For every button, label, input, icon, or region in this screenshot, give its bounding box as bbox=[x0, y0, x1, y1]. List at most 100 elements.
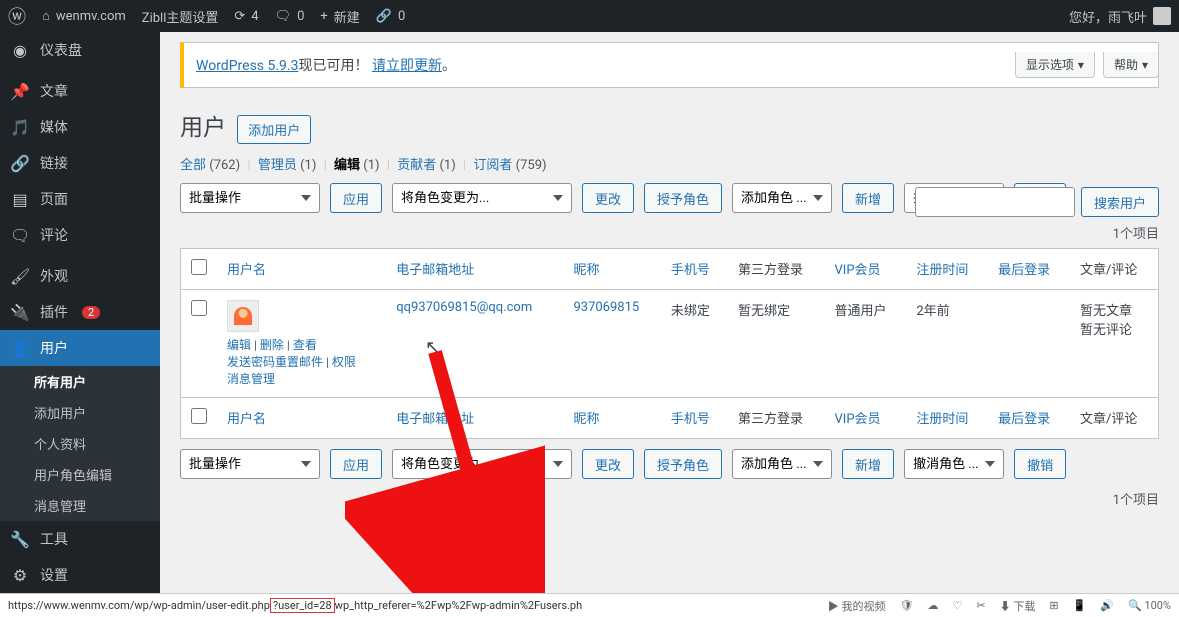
apply-button[interactable]: 应用 bbox=[330, 183, 382, 213]
sub-add-user[interactable]: 添加用户 bbox=[0, 397, 160, 428]
search-button[interactable]: 搜索用户 bbox=[1081, 187, 1159, 217]
menu-pages[interactable]: ▤页面 bbox=[0, 181, 160, 217]
grant-role-button-bottom[interactable]: 授予角色 bbox=[644, 449, 722, 479]
action-msg[interactable]: 消息管理 bbox=[227, 372, 275, 386]
new-content[interactable]: +新建 bbox=[320, 7, 359, 26]
user-icon: 👤 bbox=[10, 339, 30, 358]
apply-button-bottom[interactable]: 应用 bbox=[330, 449, 382, 479]
wrench-icon: 🔧 bbox=[10, 530, 30, 549]
status-url: https://www.wenmv.com/wp/wp-admin/user-e… bbox=[8, 599, 582, 612]
url-highlight: ?user_id=28 bbox=[270, 598, 335, 613]
action-view[interactable]: 查看 bbox=[293, 338, 317, 352]
refresh-icon: ⟳ bbox=[234, 9, 245, 24]
phone-icon[interactable]: 📱 bbox=[1073, 599, 1087, 612]
col-last-login[interactable]: 最后登录 bbox=[998, 263, 1050, 278]
action-caps[interactable]: 权限 bbox=[332, 355, 356, 369]
wp-logo[interactable]: ⓦ bbox=[8, 3, 26, 29]
col-phone[interactable]: 手机号 bbox=[671, 412, 710, 427]
col-phone[interactable]: 手机号 bbox=[671, 263, 710, 278]
update-link[interactable]: 请立即更新 bbox=[372, 58, 442, 74]
menu-dashboard[interactable]: ◉仪表盘 bbox=[0, 32, 160, 68]
menu-links[interactable]: 🔗链接 bbox=[0, 145, 160, 181]
sub-role-editor[interactable]: 用户角色编辑 bbox=[0, 459, 160, 490]
shield-icon[interactable]: 🛡 bbox=[900, 599, 914, 612]
col-reg-time[interactable]: 注册时间 bbox=[916, 412, 968, 427]
sub-profile[interactable]: 个人资料 bbox=[0, 428, 160, 459]
menu-users[interactable]: 👤用户 bbox=[0, 330, 160, 366]
menu-plugins[interactable]: 🔌插件2 bbox=[0, 294, 160, 330]
menu-comments[interactable]: 🗨评论 bbox=[0, 217, 160, 253]
col-email[interactable]: 电子邮箱地址 bbox=[396, 263, 474, 278]
browser-statusbar: https://www.wenmv.com/wp/wp-admin/user-e… bbox=[0, 593, 1179, 617]
user-avatar bbox=[227, 300, 259, 332]
updates-link[interactable]: ⟳4 bbox=[234, 9, 258, 24]
site-name[interactable]: ⌂wenmv.com bbox=[42, 8, 126, 24]
menu-media[interactable]: 🎵媒体 bbox=[0, 109, 160, 145]
menu-tools[interactable]: 🔧工具 bbox=[0, 521, 160, 557]
filter-subscriber[interactable]: 订阅者 bbox=[473, 158, 512, 173]
col-nickname[interactable]: 昵称 bbox=[573, 412, 599, 427]
link-icon: 🔗 bbox=[376, 9, 392, 24]
row-checkbox[interactable] bbox=[191, 300, 207, 316]
main-content: 显示选项▾ 帮助▾ WordPress 5.9.3现已可用！ 请立即更新。 用户… bbox=[160, 32, 1179, 593]
col-username[interactable]: 用户名 bbox=[227, 263, 266, 278]
cloud-icon[interactable]: ☁ bbox=[928, 599, 939, 612]
select-all-top[interactable] bbox=[191, 259, 207, 275]
action-delete[interactable]: 删除 bbox=[260, 338, 284, 352]
zoom-icon[interactable]: 🔍 100% bbox=[1128, 599, 1171, 612]
screen-options-button[interactable]: 显示选项▾ bbox=[1015, 52, 1095, 78]
row-third-login: 暂无绑定 bbox=[728, 290, 825, 398]
scissors-icon[interactable]: ✂ bbox=[976, 599, 985, 612]
menu-posts[interactable]: 📌文章 bbox=[0, 73, 160, 109]
filter-editor[interactable]: 编辑 bbox=[334, 158, 360, 173]
bulk-action-select-bottom[interactable]: 批量操作 bbox=[180, 449, 320, 479]
revoke-role-select-bottom[interactable]: 撤消角色 ... bbox=[904, 449, 1004, 479]
links-toolbar[interactable]: 🔗0 bbox=[376, 9, 406, 24]
heart-icon[interactable]: ♡ bbox=[953, 599, 963, 612]
new-button-bottom[interactable]: 新增 bbox=[842, 449, 894, 479]
change-button[interactable]: 更改 bbox=[582, 183, 634, 213]
filter-contributor[interactable]: 贡献者 bbox=[397, 158, 436, 173]
add-user-button[interactable]: 添加用户 bbox=[237, 115, 311, 144]
change-button-bottom[interactable]: 更改 bbox=[582, 449, 634, 479]
col-posts-comments: 文章/评论 bbox=[1070, 398, 1159, 439]
filter-admin[interactable]: 管理员 bbox=[258, 158, 297, 173]
change-role-select-bottom[interactable]: 将角色变更为... bbox=[392, 449, 572, 479]
new-button[interactable]: 新增 bbox=[842, 183, 894, 213]
add-role-select-bottom[interactable]: 添加角色 ... bbox=[732, 449, 832, 479]
chevron-down-icon: ▾ bbox=[1142, 58, 1148, 72]
row-email[interactable]: qq937069815@qq.com bbox=[396, 300, 532, 315]
menu-appearance[interactable]: 🖌外观 bbox=[0, 258, 160, 294]
action-reset-pwd[interactable]: 发送密码重置邮件 bbox=[227, 355, 323, 369]
select-all-bottom[interactable] bbox=[191, 408, 207, 424]
col-email[interactable]: 电子邮箱地址 bbox=[396, 412, 474, 427]
sub-all-users[interactable]: 所有用户 bbox=[0, 366, 160, 397]
theme-settings[interactable]: Zibll主题设置 bbox=[142, 7, 219, 26]
change-role-select[interactable]: 将角色变更为... bbox=[392, 183, 572, 213]
download-icon[interactable]: ⬇ 下载 bbox=[1000, 598, 1036, 614]
row-nickname[interactable]: 937069815 bbox=[573, 300, 639, 315]
video-icon[interactable]: ▶ 我的视频 bbox=[828, 598, 886, 614]
help-button[interactable]: 帮助▾ bbox=[1103, 52, 1159, 78]
sub-message-mgmt[interactable]: 消息管理 bbox=[0, 490, 160, 521]
col-reg-time[interactable]: 注册时间 bbox=[916, 263, 968, 278]
search-input[interactable] bbox=[915, 187, 1075, 217]
comments-link[interactable]: 🗨0 bbox=[275, 9, 305, 24]
add-role-select[interactable]: 添加角色 ... bbox=[732, 183, 832, 213]
wp-version-link[interactable]: WordPress 5.9.3 bbox=[196, 58, 298, 74]
greeting[interactable]: 您好，雨飞叶 bbox=[1069, 7, 1171, 26]
grid-icon[interactable]: ⊞ bbox=[1049, 599, 1058, 612]
col-nickname[interactable]: 昵称 bbox=[573, 263, 599, 278]
page-icon: ▤ bbox=[10, 190, 30, 209]
grant-role-button[interactable]: 授予角色 bbox=[644, 183, 722, 213]
action-edit[interactable]: 编辑 bbox=[227, 338, 251, 352]
sound-icon[interactable]: 🔊 bbox=[1100, 599, 1114, 612]
bulk-action-select[interactable]: 批量操作 bbox=[180, 183, 320, 213]
col-last-login[interactable]: 最后登录 bbox=[998, 412, 1050, 427]
menu-settings[interactable]: ⚙设置 bbox=[0, 557, 160, 593]
filter-all[interactable]: 全部 bbox=[180, 158, 206, 173]
col-vip[interactable]: VIP会员 bbox=[835, 263, 881, 278]
col-username[interactable]: 用户名 bbox=[227, 412, 266, 427]
col-vip[interactable]: VIP会员 bbox=[835, 412, 881, 427]
revoke-button-bottom[interactable]: 撤销 bbox=[1014, 449, 1066, 479]
